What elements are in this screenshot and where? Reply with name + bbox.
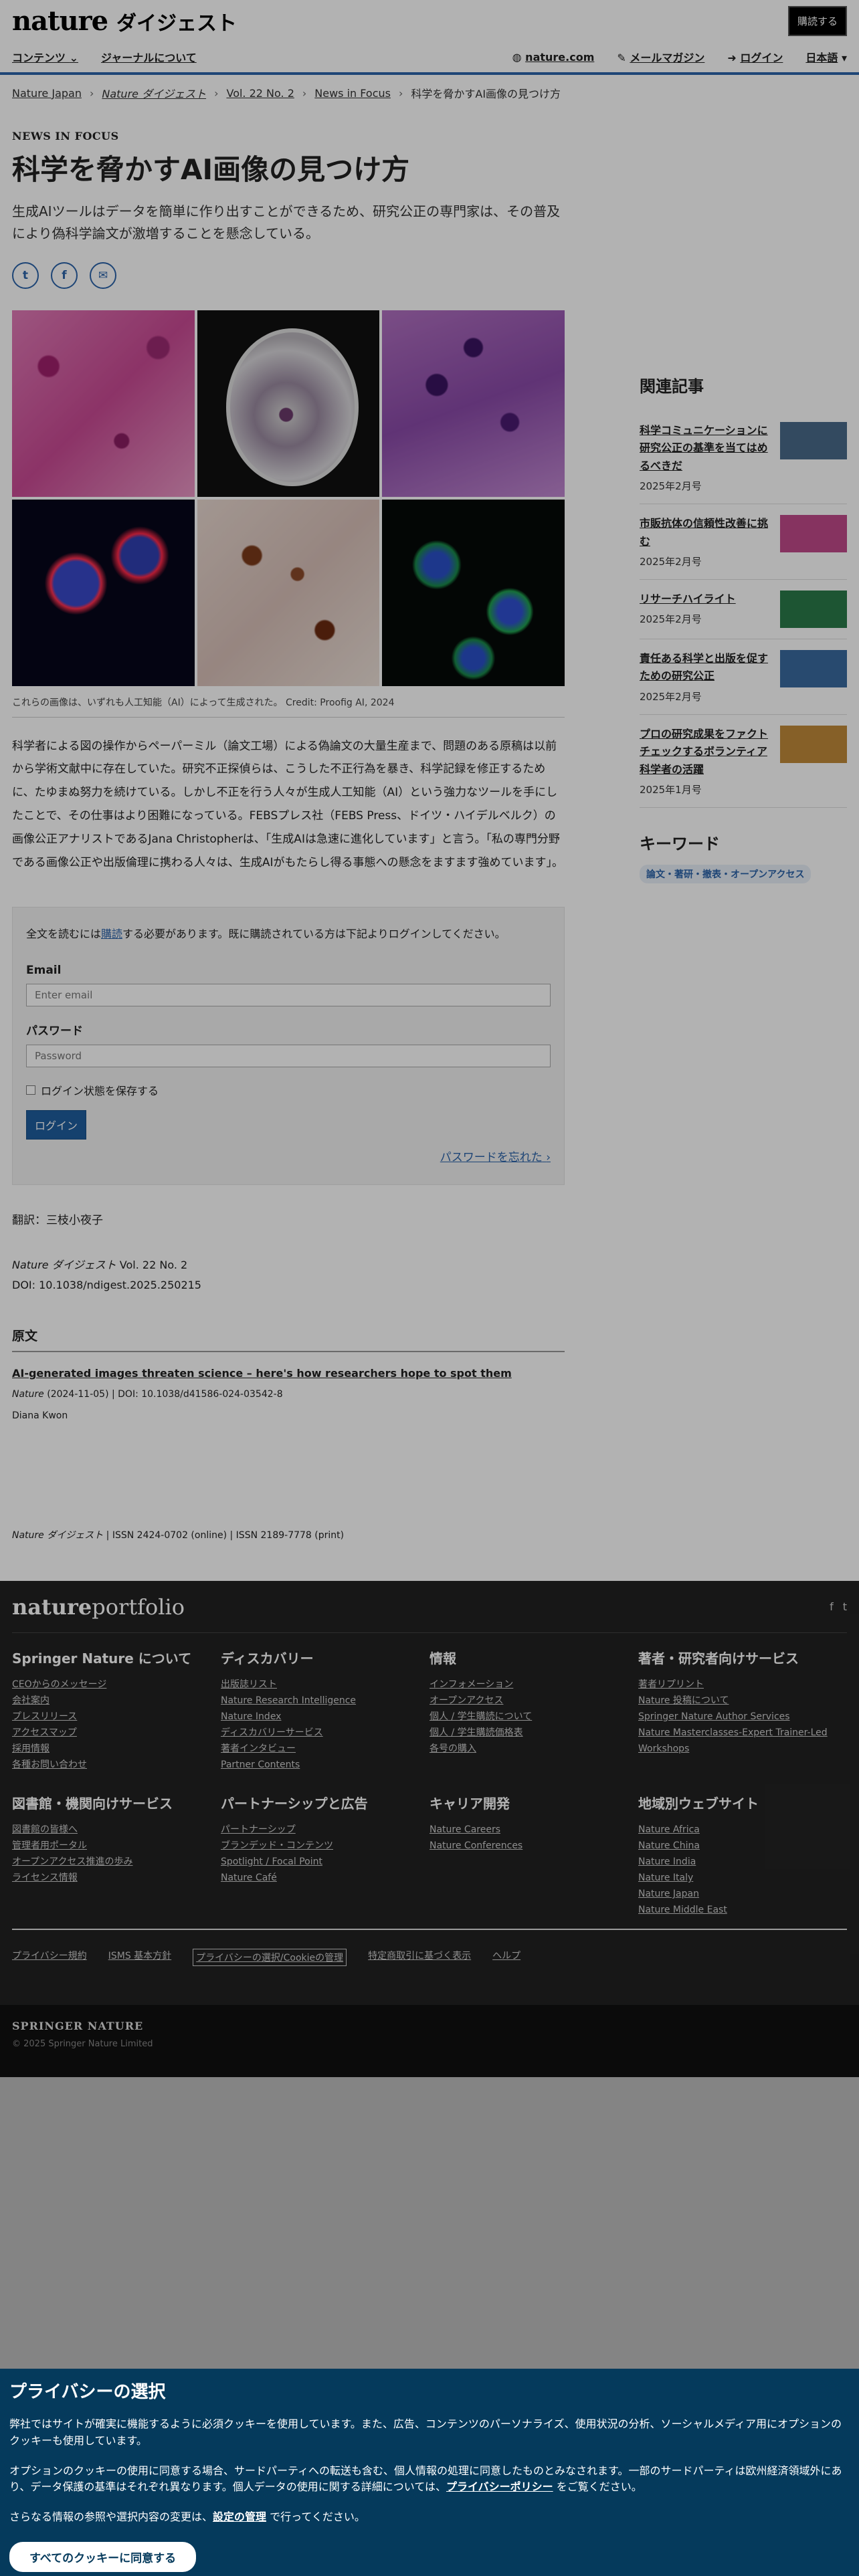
cookie-banner: プライバシーの選択 弊社ではサイトが確実に機能するように必須クッキーを使用してい…: [0, 2369, 859, 2576]
cookie-text-1: 弊社ではサイトが確実に機能するように必須クッキーを使用しています。また、広告、コ…: [9, 2418, 842, 2447]
page: nature ダイジェスト 購読する コンテンツ ⌄ ジャーナルについて ◍ n…: [0, 0, 859, 2576]
privacy-policy-link[interactable]: プライバシーポリシー: [446, 2480, 553, 2493]
cookie-title: プライバシーの選択: [9, 2382, 166, 2402]
manage-settings-link[interactable]: 設定の管理: [213, 2510, 266, 2523]
cookie-text-2: オプションのクッキーの使用に同意する場合、サードパーティへの転送も含む、個人情報…: [9, 2464, 842, 2494]
cookie-text-3: さらなる情報の参照や選択内容の変更は、設定の管理 で行ってください。: [9, 2510, 365, 2524]
modal-overlay: [0, 0, 859, 2576]
accept-all-cookies-button[interactable]: すべてのクッキーに同意する: [9, 2541, 197, 2572]
